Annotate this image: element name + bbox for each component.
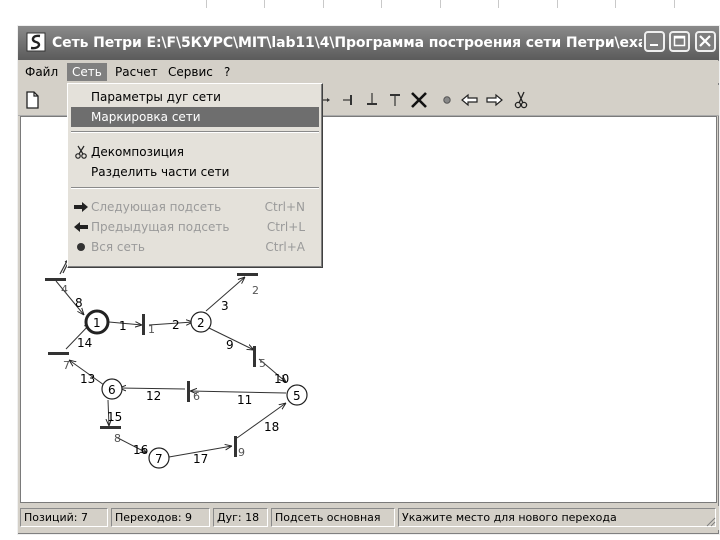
place-label: 2 [197, 316, 205, 330]
transition-bar[interactable] [48, 352, 69, 355]
status-subnet: Подсеть основная [271, 508, 395, 527]
arc-label: 2 [172, 318, 180, 332]
menu-item-label: Декомпозиция [91, 145, 184, 159]
delete-x-icon[interactable] [408, 89, 430, 111]
ruler-tick [206, 0, 207, 8]
ruler-tick [264, 0, 265, 8]
menu-item-label: Предыдущая подсеть [91, 220, 230, 234]
menu-item-label: Маркировка сети [91, 110, 201, 124]
status-transitions: Переходов: 9 [111, 508, 210, 527]
menu-item-whole-net[interactable]: Вся сеть Ctrl+A [71, 237, 319, 257]
app-logo-icon [26, 32, 46, 52]
transition-label: 4 [61, 283, 68, 296]
status-hint: Укажите место для нового перехода [398, 508, 716, 527]
transition-label: 1 [148, 323, 155, 336]
close-icon [699, 35, 711, 47]
arrow-left-icon[interactable] [459, 89, 481, 111]
place-label: 6 [108, 383, 116, 397]
ruler-tick [615, 0, 616, 8]
background-strip [0, 535, 720, 540]
arc-label: 12 [146, 389, 161, 403]
transition-bar[interactable] [100, 426, 121, 429]
title-bar[interactable]: Сеть Петри E:\F\5КУРС\MIT\lab11\4\Програ… [18, 26, 719, 60]
arc-label: 14 [77, 336, 92, 350]
minimize-button[interactable] [644, 31, 665, 52]
menu-service[interactable]: Сервис [163, 63, 218, 81]
arc-label: 15 [107, 410, 122, 424]
menu-item-label: Разделить части сети [91, 165, 230, 179]
arc-label: 8 [75, 296, 83, 310]
place-label: 1 [93, 316, 101, 330]
ruler-tick [557, 0, 558, 8]
close-button[interactable] [695, 31, 716, 52]
ruler-tick [440, 0, 441, 8]
menu-item-next-subnet[interactable]: Следующая подсеть Ctrl+N [71, 197, 319, 217]
transition-label: 9 [238, 446, 245, 459]
transition-down-icon[interactable] [361, 89, 383, 111]
place-label: 5 [293, 389, 301, 403]
maximize-button[interactable] [669, 31, 690, 52]
menu-item-net-marking[interactable]: Маркировка сети [71, 107, 319, 127]
shortcut-label: Ctrl+A [265, 240, 305, 254]
transition-label: 7 [63, 359, 70, 372]
transition-label: 5 [259, 357, 266, 370]
transition-label: 2 [252, 284, 259, 297]
arc-label: 9 [226, 338, 234, 352]
arc-label: 11 [237, 393, 252, 407]
ruler-tick [381, 0, 382, 8]
transition-label: 6 [193, 390, 200, 403]
menu-separator [71, 131, 319, 133]
transition-bar[interactable] [253, 346, 256, 367]
new-file-icon[interactable] [21, 89, 43, 111]
transition-label: 8 [114, 432, 121, 445]
arc-label: 16 [133, 443, 148, 457]
menu-item-label: Параметры дуг сети [91, 90, 221, 104]
menu-item-split-net[interactable]: Разделить части сети [71, 162, 319, 182]
transition-up-icon[interactable] [384, 89, 406, 111]
shortcut-label: Ctrl+N [264, 200, 305, 214]
token-icon[interactable] [436, 89, 458, 111]
status-bar: Позиций: 7 Переходов: 9 Дуг: 18 Подсеть … [18, 506, 719, 530]
net-menu-dropdown: Параметры дуг сети Маркировка сети Деком… [67, 83, 323, 268]
shortcut-label: Ctrl+L [266, 220, 305, 234]
menu-calculation[interactable]: Расчет [110, 63, 163, 81]
arc[interactable] [148, 322, 193, 325]
maximize-icon [673, 35, 686, 47]
menu-item-previous-subnet[interactable]: Предыдущая подсеть Ctrl+L [71, 217, 319, 237]
menu-item-arc-params[interactable]: Параметры дуг сети [71, 87, 319, 107]
menu-file[interactable]: Файл [20, 63, 63, 81]
window-title: Сеть Петри E:\F\5КУРС\MIT\lab11\4\Програ… [52, 35, 642, 51]
menu-separator [71, 187, 319, 189]
status-arcs: Дуг: 18 [213, 508, 268, 527]
menu-net[interactable]: Сеть [67, 63, 107, 81]
transition-bar[interactable] [237, 273, 258, 276]
ruler-tick [674, 0, 675, 8]
menu-item-label: Вся сеть [91, 240, 145, 254]
transition-bar[interactable] [234, 436, 237, 457]
menu-item-label: Следующая подсеть [91, 200, 222, 214]
transition-bar[interactable] [45, 278, 66, 281]
scissors-icon[interactable] [510, 89, 532, 111]
transition-left-icon[interactable] [338, 89, 360, 111]
menu-item-decomposition[interactable]: Декомпозиция [71, 142, 319, 162]
arc-label: 10 [274, 372, 289, 386]
arc-label: 17 [193, 452, 208, 466]
status-positions: Позиций: 7 [20, 508, 108, 527]
transition-bar[interactable] [187, 381, 190, 402]
minimize-icon [650, 44, 658, 46]
menu-help[interactable]: ? [219, 63, 235, 81]
dot-icon [73, 237, 89, 260]
place-label: 7 [155, 452, 163, 466]
transition-bar[interactable] [142, 314, 145, 335]
arc-label: 18 [264, 420, 279, 434]
menu-bar: Файл Сеть Расчет Сервис ? [18, 61, 719, 83]
arc-label: 13 [80, 372, 95, 386]
arc-label: 1 [119, 319, 127, 333]
resize-grip-icon[interactable] [704, 515, 716, 527]
arc-label: 3 [221, 299, 229, 313]
background-ruler [0, 0, 720, 16]
arrow-right-icon[interactable] [483, 89, 505, 111]
ruler-tick [498, 0, 499, 8]
ruler-tick [323, 0, 324, 8]
